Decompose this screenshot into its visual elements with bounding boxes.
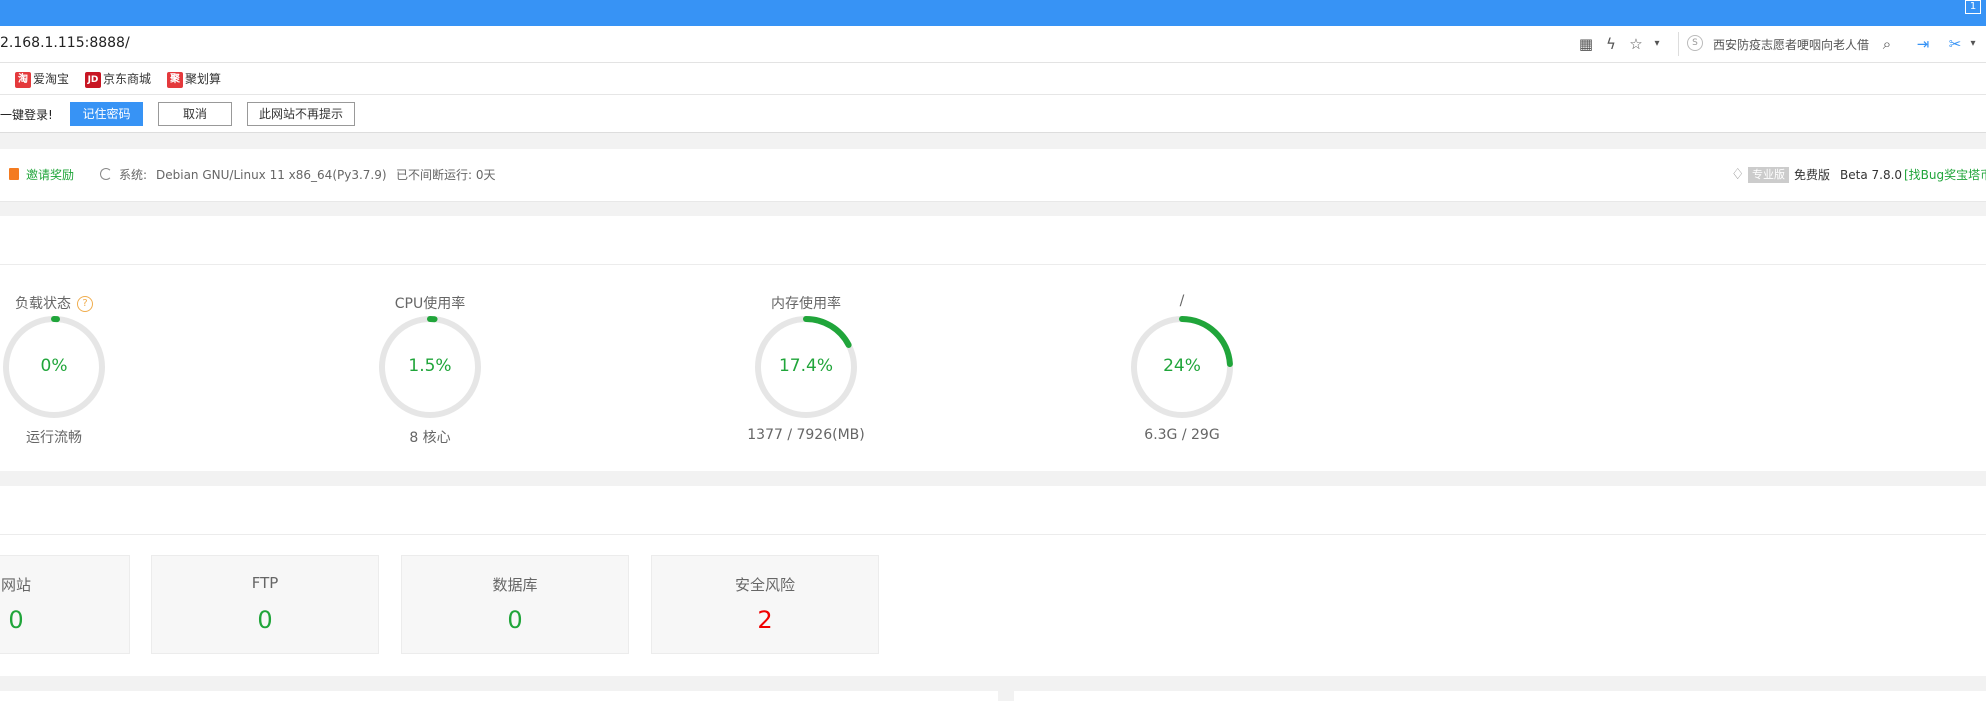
login-icon[interactable]: ⇥ (1912, 33, 1934, 55)
taobao-icon: 淘 (15, 71, 31, 88)
gauge-value-memory: 17.4% (778, 356, 833, 376)
remember-password-button[interactable]: 记住密码 (70, 102, 143, 126)
help-icon[interactable]: ? (77, 296, 93, 312)
juhuasuan-icon: 聚 (167, 71, 183, 88)
bookmark-juhuasuan[interactable]: 聚聚划算 (167, 70, 221, 88)
bookmark-label: 爱淘宝 (33, 72, 70, 86)
overview-card-value: 0 (8, 606, 24, 634)
gift-icon (9, 168, 19, 180)
gauge-value-disk: 24% (1163, 356, 1201, 376)
debian-icon (100, 168, 112, 180)
password-save-bar: 一键登录! 记住密码 取消 此网站不再提示 (0, 95, 1986, 133)
gauge-title-memory: 内存使用率 (771, 296, 841, 312)
cancel-button[interactable]: 取消 (158, 102, 232, 126)
gauge-subtitle-load: 运行流畅 (26, 430, 82, 446)
overview-card-value: 0 (507, 606, 523, 634)
jd-icon: JD (85, 71, 101, 88)
qr-code-icon[interactable]: ▦ (1575, 33, 1597, 55)
search-icon[interactable]: ⌕ (1876, 33, 1898, 55)
search-engine-icon[interactable]: S (1687, 35, 1703, 51)
bug-bounty-link[interactable]: [找Bug奖宝塔币 (1904, 167, 1986, 183)
bottom-panel-right (1014, 691, 1986, 701)
overview-card-sites[interactable]: 网站 0 (0, 555, 130, 654)
free-edition-label: 免费版 (1794, 168, 1831, 182)
bookmarks-bar: 淘爱淘宝 JD 京东商城 聚聚划算 (0, 63, 1986, 95)
uptime-text: 已不间断运行: 0天 (396, 168, 496, 182)
bookmark-aitaobao[interactable]: 淘爱淘宝 (15, 70, 69, 88)
system-label: 系统: (119, 168, 148, 182)
gauge-subtitle-memory: 1377 / 7926(MB) (747, 427, 865, 443)
url-field[interactable]: 2.168.1.115:8888/ (0, 35, 130, 51)
overview-card-database[interactable]: 数据库 0 (401, 555, 629, 654)
bookmark-jd[interactable]: JD 京东商城 (85, 70, 151, 88)
overview-card-label: FTP (251, 574, 279, 592)
bottom-panel-left (0, 691, 998, 701)
diamond-icon: ♢ (1731, 165, 1745, 183)
overview-card-label: 网站 (0, 576, 31, 594)
bookmark-label: 聚划算 (185, 72, 222, 86)
gauge-value-load: 0% (40, 356, 68, 376)
invite-reward-link[interactable]: 邀请奖励 (26, 167, 74, 183)
browser-address-bar: 2.168.1.115:8888/ ▦ ϟ ☆ ▾ S 西安防疫志愿者哽咽向老人… (0, 26, 1986, 63)
overview-card-ftp[interactable]: FTP 0 (151, 555, 379, 654)
version-label: Beta 7.8.0 (1840, 168, 1903, 182)
search-box[interactable]: S 西安防疫志愿者哽咽向老人借 (1678, 32, 1889, 56)
panel-divider (0, 264, 1986, 265)
window-count-badge[interactable]: 1 (1965, 0, 1981, 14)
pro-edition-badge[interactable]: 专业版 (1748, 167, 1789, 183)
status-panel: 负载状态? 0% 运行流畅 CPU使用率 1.5% 8 核心 内存使用率 17.… (0, 216, 1986, 471)
chevron-down-icon[interactable]: ▾ (1648, 33, 1666, 55)
system-value: Debian GNU/Linux 11 x86_64(Py3.7.9) (156, 168, 387, 182)
panel-divider (0, 534, 1986, 535)
scissors-icon[interactable]: ✂ (1944, 33, 1966, 55)
overview-panel: 网站 0 FTP 0 数据库 0 安全风险 2 (0, 486, 1986, 676)
gauge-value-cpu: 1.5% (408, 356, 452, 376)
gauge-arc (803, 316, 852, 348)
bookmark-label: 京东商城 (103, 72, 152, 86)
overview-card-value: 2 (757, 606, 773, 634)
server-info-bar: 邀请奖励 系统: Debian GNU/Linux 11 x86_64(Py3.… (0, 149, 1986, 202)
overview-card-security-risk[interactable]: 安全风险 2 (651, 555, 879, 654)
overview-card-value: 0 (257, 606, 273, 634)
password-prompt-text: 一键登录! (0, 108, 53, 122)
gauge-title-cpu: CPU使用率 (394, 296, 466, 312)
scissors-menu-chevron-icon[interactable]: ▾ (1966, 33, 1980, 55)
gauge-title-text: 负载状态 (15, 296, 71, 312)
never-for-site-button[interactable]: 此网站不再提示 (247, 102, 355, 126)
lightning-icon[interactable]: ϟ (1600, 33, 1622, 55)
gauge-subtitle-cpu: 8 核心 (409, 430, 451, 446)
gauge-title-load: 负载状态? (0, 293, 154, 313)
browser-titlebar: 1 (0, 0, 1986, 26)
gauge-title-disk: / (1179, 293, 1185, 309)
search-input[interactable]: 西安防疫志愿者哽咽向老人借 (1713, 36, 1873, 53)
overview-card-label: 数据库 (492, 576, 538, 594)
gauge-subtitle-disk: 6.3G / 29G (1144, 427, 1220, 443)
overview-card-label: 安全风险 (734, 576, 795, 594)
star-bookmark-icon[interactable]: ☆ (1625, 33, 1647, 55)
